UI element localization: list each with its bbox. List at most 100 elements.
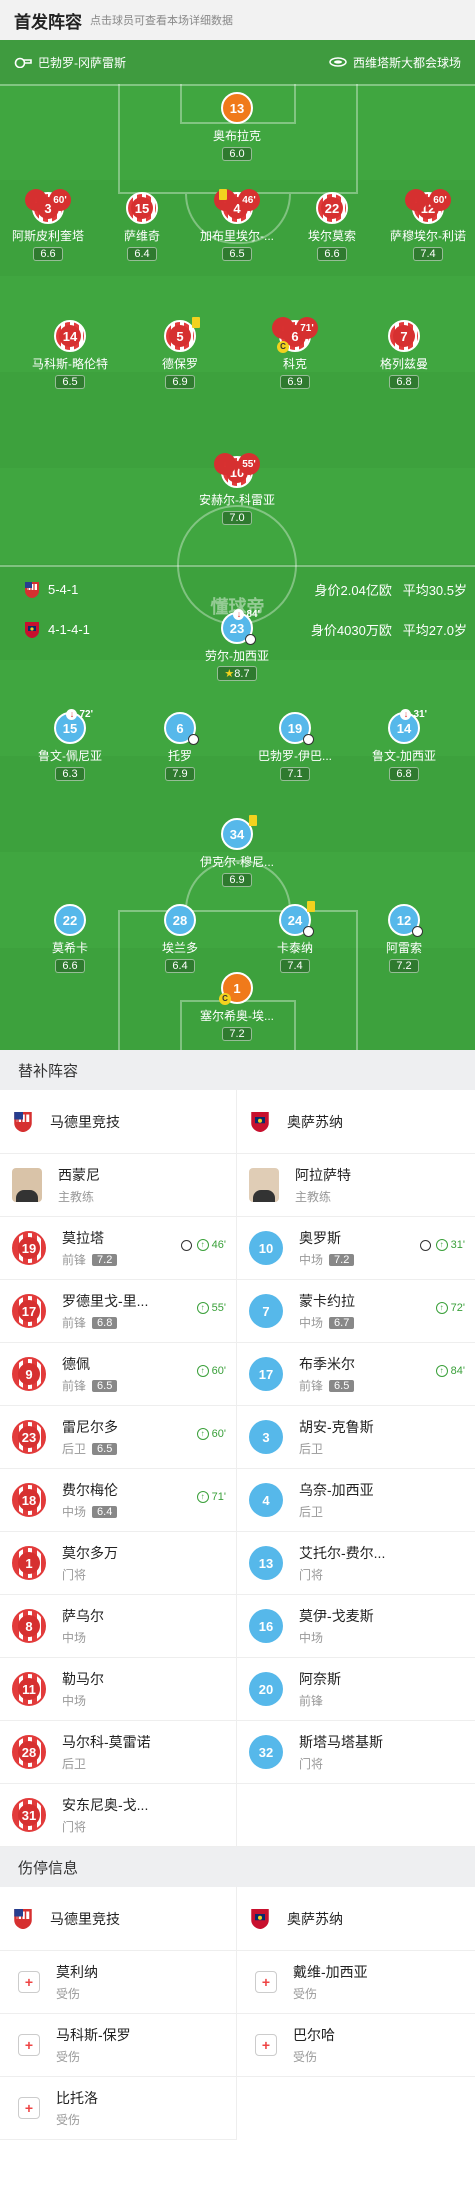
sub-player-row[interactable]: 1 莫尔多万 门将 [0, 1532, 236, 1595]
sub-player-row[interactable]: 9 德佩 前锋 6.5 ↑ 60' [0, 1343, 236, 1406]
home-team-header[interactable]: 马德里竞技 [0, 1887, 236, 1951]
player-meta: 中场 [62, 1629, 104, 1646]
player-marker[interactable]: 10 ↓ 55' 安赫尔-科雷亚 7.0 [182, 453, 292, 526]
player-rating: 6.4 [165, 959, 195, 973]
sub-player-row[interactable]: 8 萨乌尔 中场 [0, 1595, 236, 1658]
jersey-number: 20 [258, 1681, 274, 1697]
injury-row[interactable]: + 比托洛 受伤 [0, 2077, 236, 2140]
match-info-bar: 巴勃罗-冈萨雷斯 西维塔斯大都会球场 [0, 40, 475, 84]
sub-player-row[interactable]: 11 勒马尔 中场 [0, 1658, 236, 1721]
jersey-badge: 12 ↓ 60' [405, 189, 451, 224]
player-marker[interactable]: 34 伊克尔-穆尼... 6.9 [182, 815, 292, 888]
player-marker[interactable]: 13 奥布拉克 6.0 [182, 92, 292, 162]
injury-cross-icon: + [255, 1971, 277, 1993]
sub-player-row[interactable]: 7 蒙卡约拉 中场 6.7 ↑ 72' [237, 1280, 475, 1343]
player-marker[interactable]: 12 阿雷索 7.2 [349, 904, 459, 974]
player-rating: 6.0 [222, 147, 252, 161]
player-marker[interactable]: 28 埃兰多 6.4 [125, 904, 235, 974]
sub-out-icon: ↓ [400, 709, 412, 720]
home-team-header[interactable]: 马德里竞技 [0, 1090, 236, 1154]
sub-player-row[interactable]: 28 马尔科-莫雷诺 后卫 [0, 1721, 236, 1784]
player-marker[interactable]: 14 ↓ 31' 鲁文-加西亚 6.8 [349, 709, 459, 782]
player-marker[interactable]: 19 巴勃罗-伊巴... 7.1 [240, 712, 350, 782]
rating-value: 7.4 [420, 248, 436, 260]
player-position: 门将 [299, 1757, 324, 1771]
player-position: 前锋 [299, 1694, 324, 1708]
sub-player-row[interactable]: 31 安东尼奥-戈... 门将 [0, 1784, 236, 1847]
player-meta: 中场 [299, 1629, 374, 1646]
sub-off-indicator: ↓ 55' [214, 453, 260, 475]
injury-row[interactable]: + 莫利纳 受伤 [0, 1951, 236, 2014]
player-marker[interactable]: 14 马科斯-略伦特 6.5 [15, 320, 125, 390]
player-marker[interactable]: 22 莫希卡 6.6 [15, 904, 125, 974]
player-meta: 后卫 6.5 [62, 1440, 118, 1457]
rating-value: 6.5 [229, 248, 245, 260]
player-info: 比托洛 受伤 [56, 2088, 98, 2128]
sub-on-indicator: ↑ 84' [435, 1365, 465, 1377]
player-position: 中场 [299, 1253, 324, 1267]
sub-player-row[interactable]: 13 艾托尔-费尔... 门将 [237, 1532, 475, 1595]
home-coach-row[interactable]: 西蒙尼 主教练 [0, 1154, 236, 1217]
away-team-header[interactable]: 奥萨苏纳 [237, 1090, 475, 1154]
stadium-icon [329, 57, 347, 67]
sub-player-row[interactable]: 17 罗德里戈-里... 前锋 6.8 ↑ 55' [0, 1280, 236, 1343]
jersey-badge: 16 [249, 1609, 283, 1643]
jersey-badge: 23 [12, 1420, 46, 1454]
sub-out-icon: ↓ [272, 317, 294, 339]
sub-player-row[interactable]: 32 斯塔马塔基斯 门将 [237, 1721, 475, 1784]
rating-value: 6.9 [287, 376, 303, 388]
sub-in-icon: ↑ [435, 1239, 448, 1251]
sub-player-row[interactable]: 10 奥罗斯 中场 7.2 ↑ 31' [237, 1217, 475, 1280]
sub-player-row[interactable]: 3 胡安-克鲁斯 后卫 [237, 1406, 475, 1469]
player-marker[interactable]: 22 埃尔莫索 6.6 [277, 192, 387, 262]
jersey-badge: 15 ↓ 72' [54, 709, 93, 744]
player-rating: 6.4 [127, 247, 157, 261]
player-rating: 6.3 [55, 767, 85, 781]
player-marker[interactable]: 24 卡泰纳 7.4 [240, 901, 350, 974]
player-name: 安赫尔-科雷亚 [199, 493, 275, 507]
player-marker[interactable]: 15 萨维奇 6.4 [87, 192, 197, 262]
injury-row[interactable]: + 巴尔哈 受伤 [237, 2014, 475, 2077]
ball-icon [412, 926, 423, 937]
player-name: 巴勃罗-伊巴... [258, 749, 332, 763]
player-marker[interactable]: 12 ↓ 60' 萨穆埃尔-利诺 7.4 [373, 189, 475, 262]
player-marker[interactable]: 1 C 塞尔希奥-埃... 7.2 [182, 972, 292, 1042]
away-coach-row[interactable]: 阿拉萨特 主教练 [237, 1154, 475, 1217]
captain-icon: C [277, 341, 289, 353]
player-position: 后卫 [299, 1505, 324, 1519]
player-name: 马尔科-莫雷诺 [62, 1734, 151, 1750]
player-rating: 7.4 [280, 959, 310, 973]
player-marker[interactable]: 7 格列兹曼 6.8 [349, 320, 459, 390]
jersey-badge: 9 [12, 1357, 46, 1391]
player-info: 胡安-克鲁斯 后卫 [299, 1417, 374, 1457]
player-name: 费尔梅伦 [62, 1482, 118, 1498]
jersey-number: 23 [229, 620, 245, 636]
sub-player-row[interactable]: 17 布季米尔 前锋 6.5 ↑ 84' [237, 1343, 475, 1406]
player-marker[interactable]: 6 ↓ 71' C 科克 6.9 [240, 317, 350, 390]
sub-player-row[interactable]: 19 莫拉塔 前锋 7.2 ↑ 46' [0, 1217, 236, 1280]
player-marker[interactable]: 4↓46' 加布里埃尔-... 6.5 [182, 189, 292, 262]
player-marker[interactable]: 15 ↓ 72' 鲁文-佩尼亚 6.3 [15, 709, 125, 782]
sub-player-row[interactable]: 18 费尔梅伦 中场 6.4 ↑ 71' [0, 1469, 236, 1532]
player-rating: 6.5 [329, 1379, 355, 1392]
sub-player-row[interactable]: 16 莫伊-戈麦斯 中场 [237, 1595, 475, 1658]
jersey-badge: 19 [279, 712, 314, 745]
injury-row[interactable]: + 马科斯-保罗 受伤 [0, 2014, 236, 2077]
sub-player-row[interactable]: 20 阿奈斯 前锋 [237, 1658, 475, 1721]
sub-on-indicator: ↑ 72' [435, 1302, 465, 1314]
injury-row[interactable]: + 戴维-加西亚 受伤 [237, 1951, 475, 2014]
away-team-name: 奥萨苏纳 [287, 1910, 343, 1927]
whistle-icon [14, 57, 32, 68]
sub-player-row[interactable]: 23 雷尼尔多 后卫 6.5 ↑ 60' [0, 1406, 236, 1469]
player-name: 斯塔马塔基斯 [299, 1734, 383, 1750]
jersey-badge: 18 [12, 1483, 46, 1517]
player-info: 布季米尔 前锋 6.5 [299, 1354, 355, 1394]
jersey-number: 1 [233, 980, 241, 996]
player-marker[interactable]: 6 托罗 7.9 [125, 712, 235, 782]
player-marker[interactable]: 23 ↓ 84' 劳尔-加西亚 ★8.7 [182, 609, 292, 682]
player-marker[interactable]: 5 德保罗 6.9 [125, 317, 235, 390]
away-team-header[interactable]: 奥萨苏纳 [237, 1887, 475, 1951]
sub-player-row[interactable]: 4 乌奈-加西亚 后卫 [237, 1469, 475, 1532]
sub-minute: 46' [211, 1239, 226, 1251]
sub-off-indicator: ↓ 60' [405, 189, 451, 211]
